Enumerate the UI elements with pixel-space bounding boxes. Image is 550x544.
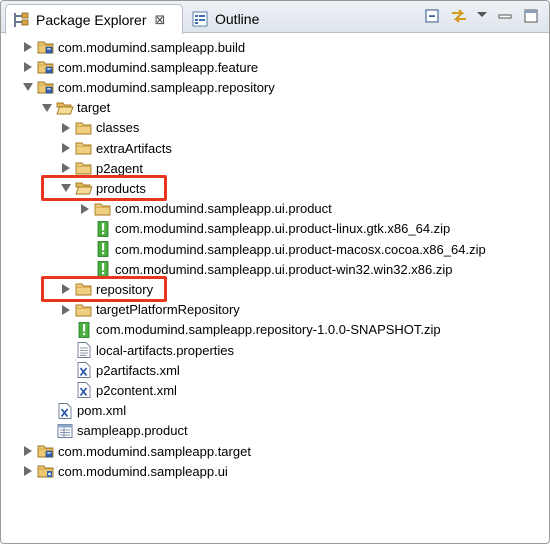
tree-item-label: com.modumind.sampleapp.build <box>58 39 246 55</box>
expand-triangle-right-icon[interactable] <box>59 303 73 317</box>
view-menu-icon[interactable] <box>475 7 489 25</box>
folder-icon <box>75 281 93 297</box>
tree-item-label: extraArtifacts <box>96 140 172 156</box>
expand-triangle-right-icon[interactable] <box>21 464 35 478</box>
tree-item[interactable]: p2artifacts.xml <box>59 360 180 380</box>
folder-icon <box>75 302 93 318</box>
xml-icon <box>75 362 93 379</box>
tree-item-label: com.modumind.sampleapp.ui.product-macosx… <box>115 241 486 257</box>
tree-item[interactable]: com.modumind.sampleapp.ui.product-macosx… <box>78 239 486 259</box>
tab-package-explorer[interactable]: Package Explorer ⊠ <box>5 4 183 34</box>
folder-open-icon <box>56 100 74 116</box>
expand-triangle-right-icon[interactable] <box>59 161 73 175</box>
expand-triangle-right-icon[interactable] <box>78 202 92 216</box>
expand-triangle-right-icon[interactable] <box>21 444 35 458</box>
tree-item[interactable]: p2content.xml <box>59 380 177 400</box>
expand-triangle-right-icon[interactable] <box>21 40 35 54</box>
expand-triangle-down-icon[interactable] <box>59 181 73 195</box>
tree-item-label: com.modumind.sampleapp.feature <box>58 59 259 75</box>
tree-item-label: classes <box>96 120 140 136</box>
tree-item[interactable]: com.modumind.sampleapp.ui.product <box>78 199 332 219</box>
tree-item-label: com.modumind.sampleapp.ui.product-win32.… <box>115 261 453 277</box>
folder-icon <box>75 120 93 136</box>
tree-item-label: p2artifacts.xml <box>96 362 180 378</box>
tree-item[interactable]: extraArtifacts <box>59 138 172 158</box>
package-explorer-icon <box>12 11 30 29</box>
tree-item[interactable]: sampleapp.product <box>40 421 188 441</box>
tree-item-label: com.modumind.sampleapp.repository <box>58 79 275 95</box>
tab-label: Outline <box>215 10 260 27</box>
expand-triangle-right-icon[interactable] <box>21 60 35 74</box>
tree-item-label: com.modumind.sampleapp.ui.product-linux.… <box>115 221 451 237</box>
link-with-editor-icon[interactable] <box>449 7 469 25</box>
tab-label: Package Explorer <box>36 11 147 28</box>
tree-item-label: pom.xml <box>77 403 127 419</box>
tree-item[interactable]: repository <box>59 279 153 299</box>
tree-item[interactable]: local-artifacts.properties <box>59 340 234 360</box>
tree-item-label: p2content.xml <box>96 382 177 398</box>
folder-open-icon <box>75 180 93 196</box>
properties-icon <box>75 342 93 358</box>
tree-item[interactable]: p2agent <box>59 158 143 178</box>
folder-icon <box>75 140 93 156</box>
project-icon <box>37 59 55 75</box>
expand-triangle-right-icon[interactable] <box>59 282 73 296</box>
package-explorer-view: Package Explorer ⊠ Outline com.modumind.… <box>0 0 550 544</box>
view-toolbar <box>423 7 541 25</box>
tree-item-label: p2agent <box>96 160 143 176</box>
tree-item[interactable]: target <box>40 98 110 118</box>
tree-item-label: local-artifacts.properties <box>96 342 234 358</box>
zip-icon <box>75 321 93 338</box>
tree-item-label: sampleapp.product <box>77 423 188 439</box>
tree-item-label: com.modumind.sampleapp.target <box>58 443 251 459</box>
tree-item-label: com.modumind.sampleapp.ui <box>58 463 228 479</box>
tree-item[interactable]: com.modumind.sampleapp.ui.product-linux.… <box>78 219 450 239</box>
tab-outline[interactable]: Outline <box>185 4 295 33</box>
tree-item[interactable]: classes <box>59 118 139 138</box>
tree-item-label: target <box>77 100 111 116</box>
expand-triangle-right-icon[interactable] <box>59 141 73 155</box>
view-tab-bar: Package Explorer ⊠ Outline <box>1 1 549 34</box>
folder-icon <box>94 201 112 217</box>
tree-item-label: com.modumind.sampleapp.ui.product <box>115 201 332 217</box>
product-icon <box>56 423 74 439</box>
xml-icon <box>75 382 93 399</box>
tree-item[interactable]: com.modumind.sampleapp.target <box>21 441 251 461</box>
project-icon <box>37 443 55 459</box>
expand-triangle-down-icon[interactable] <box>40 101 54 115</box>
tree-item[interactable]: com.modumind.sampleapp.repository <box>21 77 275 97</box>
tree-item[interactable]: targetPlatformRepository <box>59 300 240 320</box>
tree-item-label: com.modumind.sampleapp.repository-1.0.0-… <box>96 322 441 338</box>
tree-item-label: products <box>96 180 146 196</box>
folder-icon <box>75 160 93 176</box>
xml-icon <box>56 402 74 419</box>
minimize-icon[interactable] <box>495 7 515 25</box>
zip-icon <box>94 220 112 237</box>
tree-item[interactable]: com.modumind.sampleapp.ui <box>21 461 228 481</box>
collapse-all-icon[interactable] <box>423 7 443 25</box>
expand-triangle-right-icon[interactable] <box>59 121 73 135</box>
tree-item[interactable]: products <box>59 178 146 198</box>
tree-item[interactable]: com.modumind.sampleapp.repository-1.0.0-… <box>59 320 441 340</box>
tree-item[interactable]: com.modumind.sampleapp.feature <box>21 57 258 77</box>
tree-item[interactable]: com.modumind.sampleapp.build <box>21 37 245 57</box>
expand-triangle-down-icon[interactable] <box>21 80 35 94</box>
project-icon <box>37 39 55 55</box>
tree-item[interactable]: com.modumind.sampleapp.ui.product-win32.… <box>78 259 452 279</box>
zip-icon <box>94 261 112 278</box>
tree-item[interactable]: pom.xml <box>40 401 126 421</box>
tree-item-label: targetPlatformRepository <box>96 302 240 318</box>
project-icon <box>37 79 55 95</box>
tree-item-label: repository <box>96 281 154 297</box>
zip-icon <box>94 241 112 257</box>
maximize-icon[interactable] <box>521 7 541 25</box>
outline-icon <box>191 10 209 28</box>
plugin-project-icon <box>37 463 55 479</box>
close-icon[interactable]: ⊠ <box>155 12 166 28</box>
